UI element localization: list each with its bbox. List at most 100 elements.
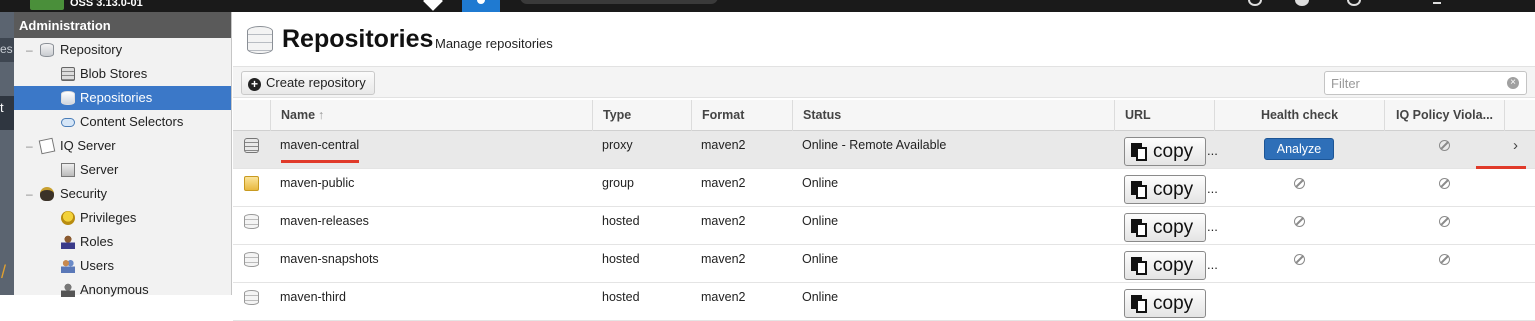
column-header-actions <box>1504 100 1535 131</box>
collapse-toggle[interactable]: – <box>26 134 33 158</box>
sidebar-header: Administration <box>14 12 231 38</box>
health-check-cell <box>1214 245 1384 283</box>
copy-url-button[interactable]: copy <box>1124 137 1206 166</box>
edge-text: es <box>0 42 13 56</box>
repo-status: Online <box>802 290 839 304</box>
user-icon[interactable] <box>1347 0 1361 6</box>
column-header-iq-policy[interactable]: IQ Policy Viola... <box>1384 100 1504 131</box>
refresh-icon[interactable] <box>1248 0 1262 6</box>
table-row[interactable]: maven-releases hosted maven2 Online copy… <box>233 207 1535 245</box>
main-panel: Repositories Manage repositories + Create… <box>233 12 1535 321</box>
repo-status: Online <box>802 214 839 228</box>
table-row[interactable]: maven-central proxy maven2 Online - Remo… <box>233 131 1535 169</box>
sidebar-item-anonymous[interactable]: Anonymous <box>14 278 231 302</box>
create-repository-label: Create repository <box>266 75 366 90</box>
sidebar-item-label: Security <box>60 186 107 201</box>
edge-text: t <box>0 100 4 115</box>
sidebar-item-label: Privileges <box>80 210 137 225</box>
page-title: Repositories <box>282 25 434 53</box>
column-header-type[interactable]: Type <box>592 100 691 131</box>
iq-policy-cell <box>1384 245 1504 283</box>
sidebar-item-label: Users <box>80 258 114 273</box>
sidebar-item-privileges[interactable]: Privileges <box>14 206 231 230</box>
copy-icon <box>1131 257 1148 275</box>
repo-status: Online <box>802 176 839 190</box>
collapse-toggle[interactable]: – <box>26 38 33 62</box>
column-header-status[interactable]: Status <box>792 100 1114 131</box>
sidebar-item-label: Blob Stores <box>80 66 148 81</box>
sidebar-item-users[interactable]: Users <box>14 254 231 278</box>
group-repo-icon <box>244 176 259 191</box>
toolbar: + Create repository × <box>233 66 1535 98</box>
browse-icon[interactable] <box>423 0 443 11</box>
repo-format: maven2 <box>701 214 746 228</box>
version-label: OSS 3.13.0-01 <box>70 0 143 9</box>
content-selector-icon <box>61 118 75 127</box>
users-icon <box>61 259 75 273</box>
sidebar-item-repository[interactable]: – Repository <box>14 38 231 62</box>
repo-status: Online <box>802 252 839 266</box>
global-search-input[interactable] <box>520 0 718 4</box>
iq-server-icon <box>38 137 56 155</box>
not-available-icon <box>1438 254 1450 265</box>
health-check-cell <box>1214 169 1384 207</box>
background-window-edge: es t / <box>0 12 14 295</box>
create-repository-button[interactable]: + Create repository <box>241 71 375 95</box>
nexus-logo[interactable] <box>30 0 64 10</box>
copy-url-button[interactable]: copy <box>1124 213 1206 242</box>
column-header-health-check[interactable]: Health check <box>1214 100 1384 131</box>
repo-name: maven-releases <box>280 214 369 228</box>
row-chevron-icon[interactable]: › <box>1513 137 1518 154</box>
admin-gear-icon[interactable] <box>462 0 500 12</box>
table-row[interactable]: maven-snapshots hosted maven2 Online cop… <box>233 245 1535 283</box>
sidebar-item-repositories[interactable]: Repositories <box>14 86 231 110</box>
sidebar-item-label: Repository <box>60 42 123 57</box>
copy-url-button[interactable]: copy <box>1124 175 1206 204</box>
database-icon <box>247 26 273 54</box>
table-row[interactable]: maven-third hosted maven2 Online copy <box>233 283 1535 321</box>
sidebar-item-content-selectors[interactable]: Content Selectors <box>14 110 231 134</box>
repo-format: maven2 <box>701 176 746 190</box>
repo-type: hosted <box>602 290 640 304</box>
filter-input[interactable] <box>1324 71 1527 95</box>
repo-status: Online - Remote Available <box>802 138 947 152</box>
hosted-repo-icon <box>244 214 259 229</box>
repo-name: maven-snapshots <box>280 252 379 266</box>
medal-icon <box>61 211 75 225</box>
repo-format: maven2 <box>701 252 746 266</box>
hosted-repo-icon <box>244 252 259 267</box>
repo-format: maven2 <box>701 138 746 152</box>
column-header-format[interactable]: Format <box>691 100 792 131</box>
blob-store-icon <box>61 67 75 81</box>
repositories-grid: Name ↑ Type Format Status URL Health chec… <box>233 100 1535 321</box>
analyze-button[interactable]: Analyze <box>1263 138 1335 160</box>
proxy-repo-icon <box>244 138 259 153</box>
table-row[interactable]: maven-public group maven2 Online copy ..… <box>233 169 1535 207</box>
sidebar-item-blob-stores[interactable]: Blob Stores <box>14 62 231 86</box>
signout-icon[interactable] <box>1433 0 1441 4</box>
column-header-icon <box>233 100 270 131</box>
sidebar-item-security[interactable]: – Security <box>14 182 231 206</box>
collapse-toggle[interactable]: – <box>26 182 33 206</box>
admin-sidebar: Administration – Repository Blob Stores … <box>14 12 232 297</box>
sidebar-item-iq-server[interactable]: – IQ Server <box>14 134 231 158</box>
sidebar-item-label: Server <box>80 162 119 177</box>
column-header-name[interactable]: Name ↑ <box>270 100 592 131</box>
sidebar-item-label: Content Selectors <box>80 114 184 129</box>
top-bar: OSS 3.13.0-01 <box>0 0 1535 12</box>
not-available-icon <box>1293 216 1305 227</box>
sidebar-item-roles[interactable]: Roles <box>14 230 231 254</box>
clear-filter-icon[interactable]: × <box>1507 77 1519 89</box>
edge-text: / <box>1 262 7 282</box>
help-icon[interactable] <box>1295 0 1309 6</box>
not-available-icon <box>1438 216 1450 227</box>
repo-type: hosted <box>602 214 640 228</box>
sidebar-item-server[interactable]: Server <box>14 158 231 182</box>
copy-url-button[interactable]: copy <box>1124 289 1206 318</box>
repo-name: maven-public <box>280 176 355 190</box>
copy-icon <box>1131 295 1148 313</box>
annotation-underline <box>1476 166 1526 169</box>
not-available-icon <box>1293 254 1305 265</box>
column-header-url[interactable]: URL <box>1114 100 1214 131</box>
copy-url-button[interactable]: copy <box>1124 251 1206 280</box>
